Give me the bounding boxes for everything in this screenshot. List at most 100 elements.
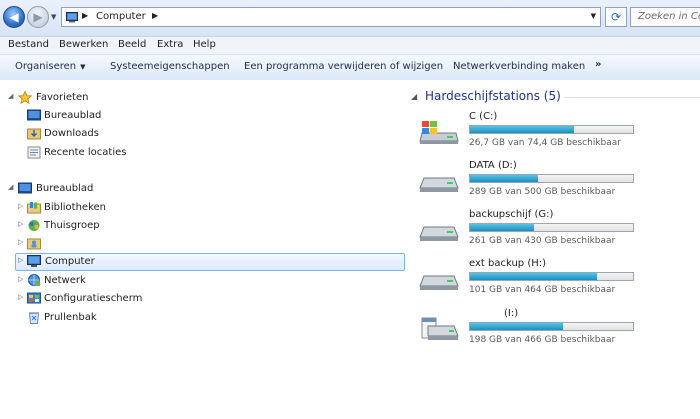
nav-item-network[interactable]: ▷ Netwerk [0,272,400,290]
explorer-window: ◀ ▶ ▼ ▶ Computer ▶ ▼ ⟳ Zoeken in Compute… [0,0,700,346]
address-dropdown-icon[interactable]: ▼ [591,12,596,20]
nav-item-bureaublad[interactable]: Bureaublad [0,107,400,125]
computer-icon [27,255,41,267]
libraries-icon [27,202,41,214]
drive-usage-fill [470,273,598,280]
computer-icon [66,12,78,23]
drive-name: DATA (D:) [469,160,517,171]
drive-item[interactable]: C (C:) 26,7 GB van 74,4 GB beschikbaar [418,111,700,158]
expand-triangle-icon[interactable]: ▷ [18,293,23,301]
star-icon [18,91,32,104]
desktop-icon [27,109,41,121]
drive-free-space: 289 GB van 500 GB beschikbaar [469,187,616,197]
menu-bestand[interactable]: Bestand [8,39,49,50]
address-bar[interactable]: ▶ Computer ▶ ▼ [61,7,601,27]
drive-free-space: 198 GB van 466 GB beschikbaar [469,335,616,345]
refresh-icon: ⟳ [610,10,622,24]
forward-button[interactable]: ▶ [27,6,49,28]
expand-triangle-icon[interactable]: ▷ [18,256,23,264]
chevron-down-icon: ▼ [80,63,86,71]
drive-name: backupschijf (G:) [469,209,554,220]
user-folder-icon [27,238,41,250]
organize-button[interactable]: Organiseren ▼ [15,61,86,72]
menu-beeld[interactable]: Beeld [118,39,146,50]
downloads-folder-icon [27,128,41,140]
nav-favorites-label: Favorieten [36,92,89,103]
nav-item-label: Prullenbak [44,312,97,323]
navigation-pane: ◢ Favorieten Bureaublad Downloads Recent… [0,80,406,346]
menu-help[interactable]: Help [193,39,216,50]
hard-drive-icon [421,317,459,340]
group-collapse-icon[interactable]: ◢ [411,92,417,101]
search-input[interactable]: Zoeken in Computer [630,7,700,27]
back-button[interactable]: ◀ [3,6,25,28]
desktop-icon [18,182,32,194]
nav-item-label: Thuisgroep [44,220,100,231]
drive-usage-fill [470,224,534,231]
nav-item-label: Downloads [44,128,99,139]
nav-item-recent-places[interactable]: Recente locaties [0,144,400,162]
nav-desktop-label: Bureaublad [36,183,94,194]
menu-extra[interactable]: Extra [157,39,183,50]
recent-pages-dropdown[interactable]: ▼ [51,13,56,21]
menu-bewerken[interactable]: Bewerken [59,39,108,50]
drive-free-space: 101 GB van 464 GB beschikbaar [469,285,616,295]
nav-item-label: Bureaublad [44,110,102,121]
nav-item-computer[interactable]: ▷ Computer [15,253,405,271]
drive-usage-bar [469,125,634,134]
nav-item-downloads[interactable]: Downloads [0,125,400,143]
chevron-right-icon[interactable]: ▶ [82,11,88,20]
nav-item-label: Recente locaties [44,147,127,158]
refresh-button[interactable]: ⟳ [605,7,627,27]
drive-item[interactable]: DATA (D:) 289 GB van 500 GB beschikbaar [418,160,700,207]
drive-usage-bar [469,223,634,232]
menu-bar: Bestand Bewerken Beeld Extra Help [0,36,700,55]
expand-triangle-icon[interactable]: ▷ [18,275,23,283]
hard-drive-icon [419,177,459,192]
drive-name: ext backup (H:) [469,258,547,269]
nav-item-label: Configuratiescherm [44,293,143,304]
nav-item-libraries[interactable]: ▷ Bibliotheken [0,199,400,217]
drive-usage-fill [470,323,563,330]
address-row: ◀ ▶ ▼ ▶ Computer ▶ ▼ ⟳ Zoeken in Compute… [0,0,700,36]
nav-item-recycle-bin[interactable]: Prullenbak [0,309,400,327]
network-icon [28,274,40,286]
group-divider [564,97,700,98]
collapse-triangle-icon[interactable]: ◢ [8,183,13,191]
expand-triangle-icon[interactable]: ▷ [18,220,23,228]
homegroup-icon [28,220,40,231]
content-pane: ◢ Hardeschijfstations (5) C (C:) 26,7 GB… [406,80,700,346]
system-properties-button[interactable]: Systeemeigenschappen [110,61,230,72]
nav-desktop[interactable]: ◢ Bureaublad [0,180,400,198]
hard-drive-icon [419,226,459,241]
drive-free-space: 26,7 GB van 74,4 GB beschikbaar [469,138,621,148]
collapse-triangle-icon[interactable]: ◢ [8,92,13,100]
nav-item-label: Netwerk [44,275,86,286]
arrow-left-icon: ◀ [9,10,19,24]
drive-usage-fill [470,175,539,182]
drive-name: (I:) [504,308,519,319]
nav-item-control-panel[interactable]: ▷ Configuratiescherm [0,290,400,308]
nav-favorites[interactable]: ◢ Favorieten [0,89,400,107]
expand-triangle-icon[interactable]: ▷ [18,238,23,246]
windows-drive-icon [419,121,459,144]
expand-triangle-icon[interactable]: ▷ [18,202,23,210]
nav-item-label: Bibliotheken [44,202,106,213]
organize-label: Organiseren [15,61,77,72]
more-commands-button[interactable]: » [595,59,601,70]
nav-item-user-folder[interactable]: ▷ [0,235,400,253]
chevron-right-icon[interactable]: ▶ [152,11,158,20]
group-header-hard-disk-drives[interactable]: Hardeschijfstations (5) [425,89,561,103]
nav-item-label: Computer [45,256,95,267]
drive-name: C (C:) [469,111,498,122]
map-network-drive-button[interactable]: Netwerkverbinding maken [453,61,585,72]
control-panel-icon [27,292,41,304]
drive-usage-fill [470,126,575,133]
uninstall-program-button[interactable]: Een programma verwijderen of wijzigen [244,61,443,72]
drive-usage-bar [469,174,634,183]
drive-item[interactable]: (I:) 198 GB van 466 GB beschikbaar [418,308,700,346]
breadcrumb-computer[interactable]: Computer [96,11,146,22]
nav-item-homegroup[interactable]: ▷ Thuisgroep [0,217,400,235]
drive-item[interactable]: backupschijf (G:) 261 GB van 430 GB besc… [418,209,700,256]
drive-item[interactable]: ext backup (H:) 101 GB van 464 GB beschi… [418,258,700,305]
